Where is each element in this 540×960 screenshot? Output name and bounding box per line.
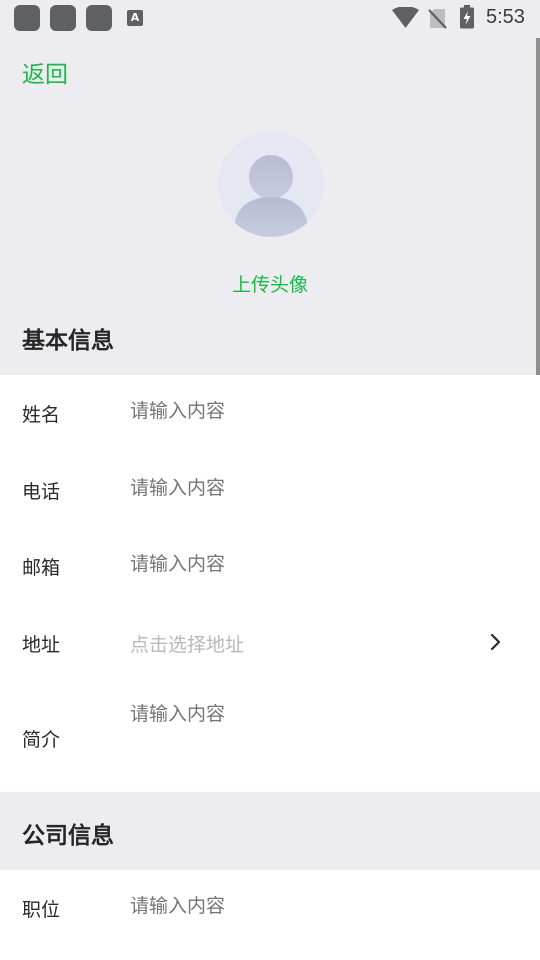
status-bar: A 5:53 [0,0,540,38]
battery-icon [460,5,474,29]
intro-label: 简介 [22,729,61,751]
name-label: 姓名 [22,404,61,426]
profile-edit-screen: A 5:53 返回 上传头像 基本信息 姓名 请输入内容 电话 请输入内容 邮箱… [0,0,540,960]
phone-input[interactable] [130,477,490,499]
avatar[interactable] [218,131,324,237]
status-time: 5:53 [486,6,525,28]
phone-row[interactable]: 电话 [0,451,540,527]
phone-label: 电话 [22,481,61,503]
name-input[interactable] [130,400,490,422]
name-row[interactable]: 姓名 [0,375,540,451]
section-title-basic-info: 基本信息 [22,328,114,354]
company-info-card: 职位 [0,870,540,960]
back-button[interactable]: 返回 [22,55,68,89]
wifi-icon [392,7,419,28]
no-sim-icon [428,9,447,29]
address-row[interactable]: 地址 点击选择地址 [0,603,540,679]
position-input[interactable] [130,895,490,917]
intro-textarea[interactable] [130,703,490,725]
intro-row[interactable]: 简介 [0,679,540,792]
position-row[interactable]: 职位 [0,870,540,946]
email-input[interactable] [130,553,490,575]
user-avatar-icon [233,155,309,237]
email-row[interactable]: 邮箱 [0,527,540,603]
email-label: 邮箱 [22,557,61,579]
address-label: 地址 [22,634,61,656]
a-icon: A [127,10,143,26]
address-picker[interactable]: 点击选择地址 [130,630,490,657]
notification-icon [50,5,76,31]
chevron-right-icon [490,633,501,651]
position-label: 职位 [22,899,61,921]
notification-icon [14,5,40,31]
notification-icon [86,5,112,31]
upload-avatar-button[interactable]: 上传头像 [0,270,540,297]
section-title-company-info: 公司信息 [22,823,114,849]
basic-info-card: 姓名 电话 邮箱 地址 点击选择地址 简介 [0,375,540,792]
